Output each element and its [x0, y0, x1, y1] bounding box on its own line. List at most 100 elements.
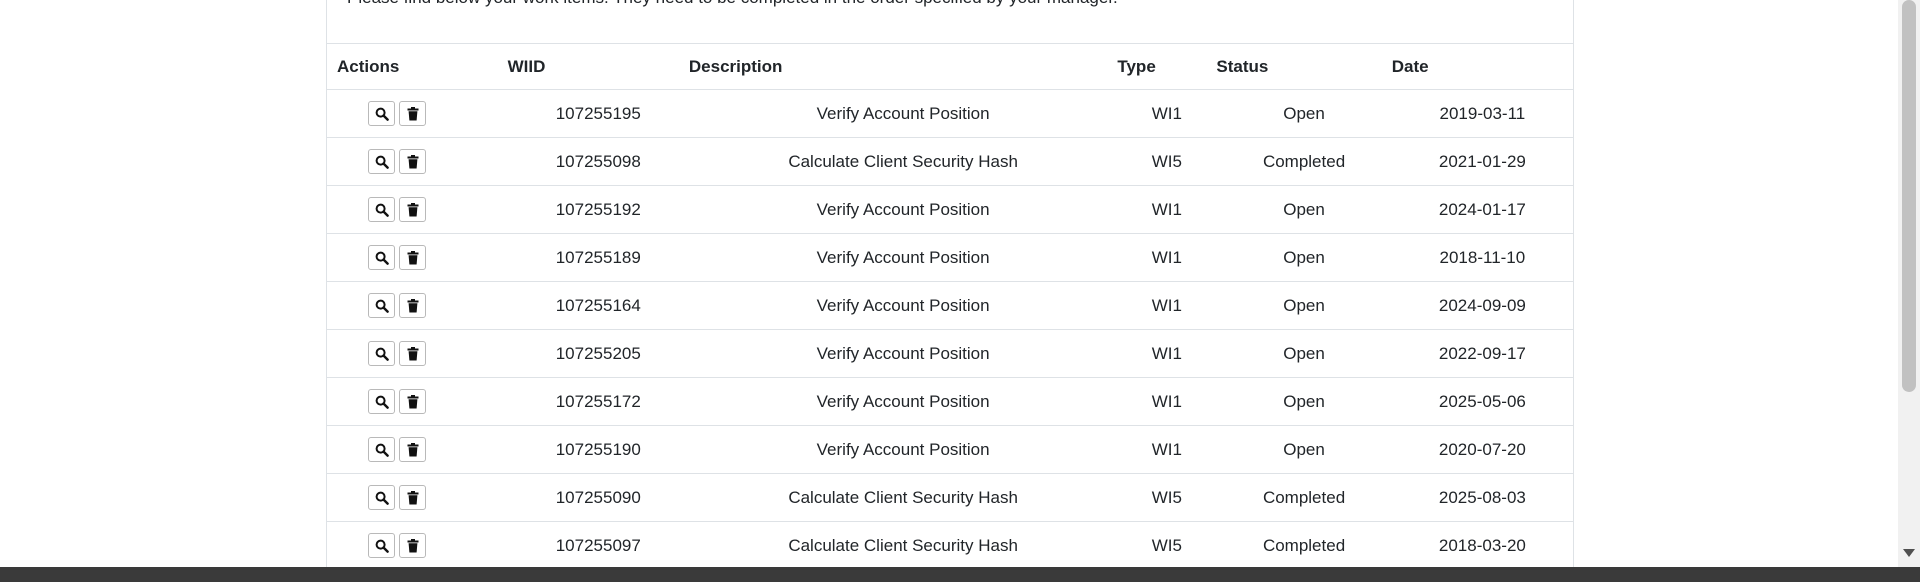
header-actions: Actions: [327, 43, 508, 90]
trash-icon: [407, 346, 419, 361]
search-icon: [375, 443, 389, 457]
delete-button[interactable]: [399, 101, 426, 126]
delete-button[interactable]: [399, 389, 426, 414]
cell-wiid: 107255098: [507, 137, 689, 186]
scroll-down-arrow-icon[interactable]: [1903, 549, 1915, 557]
row-actions: [327, 521, 508, 567]
delete-button[interactable]: [399, 341, 426, 366]
cell-date: 2020-07-20: [1391, 425, 1573, 474]
search-icon: [375, 395, 389, 409]
delete-button[interactable]: [399, 293, 426, 318]
cell-date: 2022-09-17: [1391, 329, 1573, 378]
table-row: 107255189 Verify Account Position WI1 Open 2…: [327, 233, 1573, 282]
cell-wiid: 107255097: [507, 521, 689, 567]
delete-button[interactable]: [399, 485, 426, 510]
view-button[interactable]: [368, 341, 395, 366]
vertical-scrollbar[interactable]: [1898, 0, 1920, 567]
view-button[interactable]: [368, 437, 395, 462]
table-row: 107255205 Verify Account Position WI1 Open 2…: [327, 329, 1573, 378]
row-actions: [327, 89, 508, 138]
trash-icon: [407, 538, 419, 553]
intro-text: Please find below your work items. They …: [347, 0, 1118, 8]
trash-icon: [407, 490, 419, 505]
cell-type: WI1: [1117, 89, 1217, 138]
delete-button[interactable]: [399, 533, 426, 558]
header-date: Date: [1391, 43, 1573, 90]
view-button[interactable]: [368, 533, 395, 558]
trash-icon: [407, 298, 419, 313]
row-actions: [327, 329, 508, 378]
cell-status: Open: [1216, 89, 1392, 138]
table-row: 107255172 Verify Account Position WI1 Open 2…: [327, 377, 1573, 426]
window-bottom-edge: [0, 567, 1920, 582]
cell-description: Verify Account Position: [688, 425, 1118, 474]
search-icon: [375, 155, 389, 169]
cell-wiid: 107255172: [507, 377, 689, 426]
cell-type: WI1: [1117, 329, 1217, 378]
cell-wiid: 107255164: [507, 281, 689, 330]
table-row: 107255190 Verify Account Position WI1 Open 2…: [327, 425, 1573, 474]
cell-description: Calculate Client Security Hash: [688, 473, 1118, 522]
cell-wiid: 107255190: [507, 425, 689, 474]
cell-type: WI5: [1117, 521, 1217, 567]
table-row: 107255195 Verify Account Position WI1 Open 2…: [327, 89, 1573, 138]
table-row: 107255192 Verify Account Position WI1 Open 2…: [327, 185, 1573, 234]
search-icon: [375, 491, 389, 505]
cell-type: WI5: [1117, 137, 1217, 186]
row-actions: [327, 281, 508, 330]
cell-date: 2019-03-11: [1391, 89, 1573, 138]
cell-status: Open: [1216, 425, 1392, 474]
delete-button[interactable]: [399, 437, 426, 462]
cell-wiid: 107255205: [507, 329, 689, 378]
trash-icon: [407, 394, 419, 409]
table-row: 107255097 Calculate Client Security Hash W…: [327, 521, 1573, 567]
header-type: Type: [1117, 43, 1217, 90]
delete-button[interactable]: [399, 197, 426, 222]
cell-wiid: 107255192: [507, 185, 689, 234]
cell-type: WI1: [1117, 233, 1217, 282]
row-actions: [327, 377, 508, 426]
cell-wiid: 107255090: [507, 473, 689, 522]
cell-description: Calculate Client Security Hash: [688, 521, 1118, 567]
delete-button[interactable]: [399, 245, 426, 270]
cell-date: 2021-01-29: [1391, 137, 1573, 186]
trash-icon: [407, 250, 419, 265]
work-items-container: Please find below your work items. They …: [326, 0, 1574, 567]
cell-description: Verify Account Position: [688, 377, 1118, 426]
cell-date: 2024-09-09: [1391, 281, 1573, 330]
search-icon: [375, 203, 389, 217]
header-description: Description: [688, 43, 1118, 90]
view-button[interactable]: [368, 149, 395, 174]
trash-icon: [407, 442, 419, 457]
view-button[interactable]: [368, 485, 395, 510]
cell-date: 2018-11-10: [1391, 233, 1573, 282]
view-button[interactable]: [368, 389, 395, 414]
scrollbar-thumb[interactable]: [1902, 0, 1916, 392]
header-status: Status: [1216, 43, 1392, 90]
cell-status: Open: [1216, 233, 1392, 282]
work-items-table: Actions WIID Description Type Status Dat…: [327, 43, 1573, 567]
view-button[interactable]: [368, 293, 395, 318]
table-row: 107255090 Calculate Client Security Hash W…: [327, 473, 1573, 522]
cell-date: 2025-08-03: [1391, 473, 1573, 522]
delete-button[interactable]: [399, 149, 426, 174]
cell-description: Verify Account Position: [688, 281, 1118, 330]
trash-icon: [407, 106, 419, 121]
trash-icon: [407, 202, 419, 217]
view-button[interactable]: [368, 197, 395, 222]
row-actions: [327, 137, 508, 186]
cell-status: Open: [1216, 377, 1392, 426]
page-viewport: Please find below your work items. They …: [0, 0, 1898, 567]
view-button[interactable]: [368, 101, 395, 126]
cell-status: Open: [1216, 185, 1392, 234]
trash-icon: [407, 154, 419, 169]
view-button[interactable]: [368, 245, 395, 270]
cell-type: WI5: [1117, 473, 1217, 522]
row-actions: [327, 425, 508, 474]
search-icon: [375, 539, 389, 553]
search-icon: [375, 251, 389, 265]
search-icon: [375, 347, 389, 361]
cell-description: Verify Account Position: [688, 89, 1118, 138]
cell-type: WI1: [1117, 185, 1217, 234]
row-actions: [327, 185, 508, 234]
